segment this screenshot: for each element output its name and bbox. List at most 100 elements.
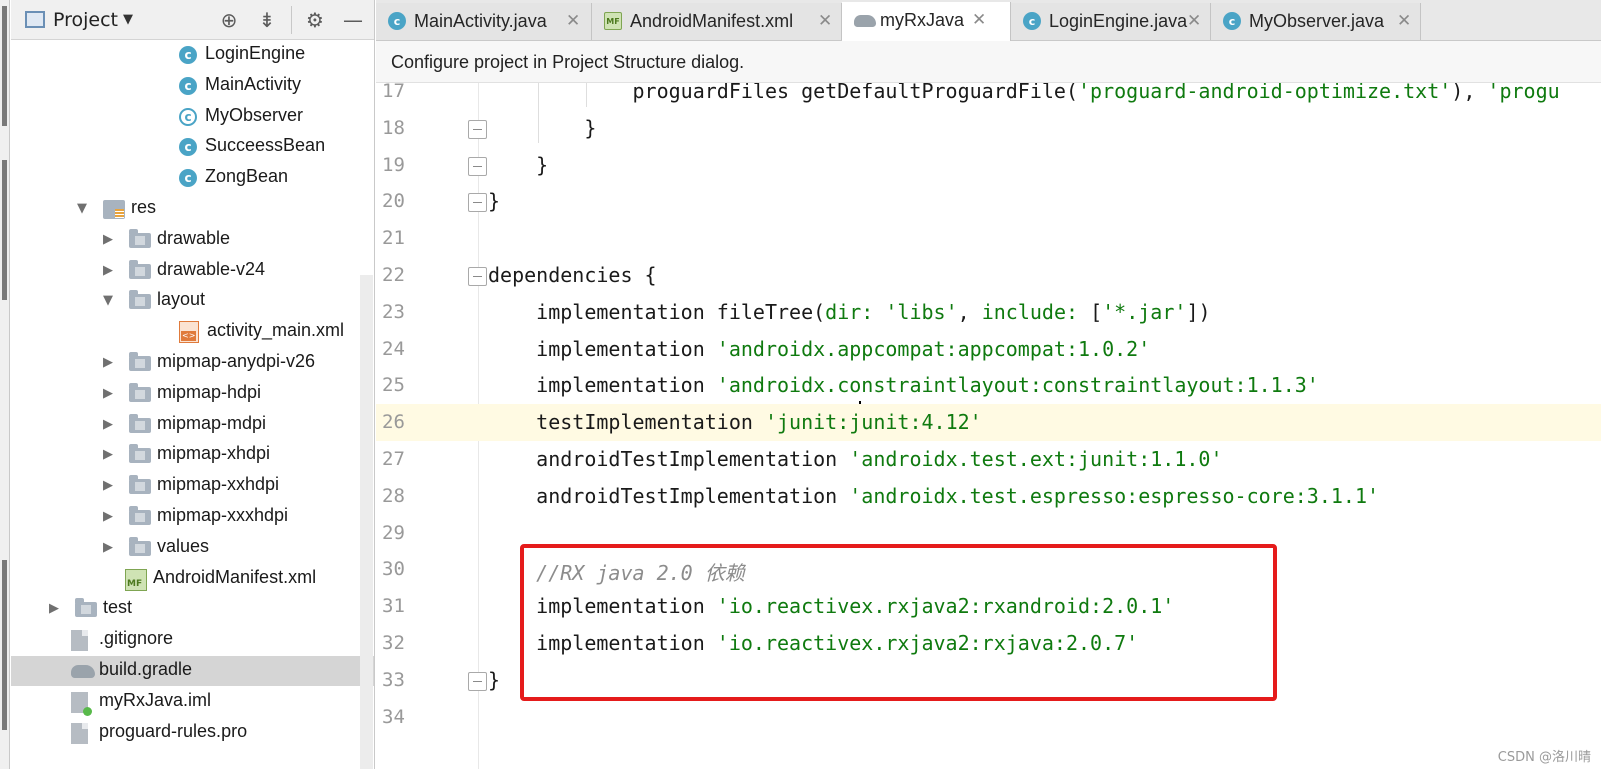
tab-mainactivity-java[interactable]: c MainActivity.java ✕ <box>376 3 592 40</box>
code-line[interactable]: 27 androidTestImplementation 'androidx.t… <box>376 441 1601 478</box>
code-line[interactable]: 25 implementation 'androidx.constraintla… <box>376 367 1601 404</box>
class-icon: c <box>179 138 197 157</box>
class-icon: c <box>388 12 406 30</box>
tree-item-activity-main-xml[interactable]: <> activity_main.xml <box>11 317 374 347</box>
code-token: androidTestImplementation <box>488 447 850 471</box>
tree-item-proguard-rules-pro[interactable]: proguard-rules.pro <box>11 718 374 748</box>
expand-down-arrow-icon[interactable]: ▼ <box>103 293 113 308</box>
fold-toggle-icon[interactable] <box>468 671 487 691</box>
tree-item-label: SucceessBean <box>205 135 326 156</box>
tree-item-label: mipmap-mdpi <box>157 412 267 433</box>
tab-myobserver-java[interactable]: c MyObserver.java ✕ <box>1211 3 1421 40</box>
code-line[interactable]: 28 androidTestImplementation 'androidx.t… <box>376 478 1601 515</box>
close-icon[interactable]: ✕ <box>1397 11 1411 31</box>
fold-toggle-icon[interactable] <box>468 193 487 213</box>
expand-right-arrow-icon[interactable]: ▶ <box>103 478 113 493</box>
code-editor[interactable]: 17 proguardFiles getDefaultProguardFile(… <box>376 83 1601 769</box>
expand-right-arrow-icon[interactable]: ▶ <box>49 601 59 616</box>
expand-down-arrow-icon[interactable]: ▼ <box>77 201 87 216</box>
code-line[interactable]: 18 } <box>376 110 1601 147</box>
tree-item-mipmap-mdpi[interactable]: ▶ mipmap-mdpi <box>11 410 374 440</box>
code-line[interactable]: 24 implementation 'androidx.appcompat:ap… <box>376 331 1601 368</box>
project-view-selector[interactable]: Project <box>53 9 118 31</box>
code-token: dependencies { <box>488 263 657 287</box>
tree-item-mainactivity[interactable]: c MainActivity <box>11 71 374 101</box>
tree-item-succeessbean[interactable]: c SucceessBean <box>11 132 374 162</box>
collapse-all-icon[interactable]: ⇟ <box>253 6 281 34</box>
code-line[interactable]: 33} <box>376 662 1601 699</box>
expand-right-arrow-icon[interactable]: ▶ <box>103 447 113 462</box>
tree-item-myrxjava-iml[interactable]: myRxJava.iml <box>11 687 374 717</box>
tree-item-res[interactable]: ▼ res <box>11 194 374 224</box>
code-line[interactable]: 17 proguardFiles getDefaultProguardFile(… <box>376 83 1601 110</box>
gear-icon[interactable]: ⚙ <box>301 6 329 34</box>
tree-item-test[interactable]: ▶ test <box>11 594 374 624</box>
tree-item-label: MainActivity <box>205 73 302 94</box>
tab-myrxjava[interactable]: myRxJava ✕ <box>842 2 1011 41</box>
folder-icon <box>129 290 151 310</box>
structure-tool-tab[interactable] <box>2 560 7 730</box>
tab-loginengine-java[interactable]: c LoginEngine.java ✕ <box>1011 3 1211 40</box>
tree-item-myobserver[interactable]: c MyObserver <box>11 102 374 132</box>
code-line[interactable]: 23 implementation fileTree(dir: 'libs', … <box>376 294 1601 331</box>
resource-manager-tool-tab[interactable] <box>2 160 7 300</box>
tree-item-label: res <box>131 197 157 217</box>
close-icon[interactable]: ✕ <box>972 10 986 30</box>
tree-item-zongbean[interactable]: c ZongBean <box>11 163 374 193</box>
code-token: dir: <box>825 299 886 324</box>
tool-window-strip[interactable] <box>0 0 10 769</box>
line-number: 22 <box>382 264 405 286</box>
code-line[interactable]: 31 implementation 'io.reactivex.rxjava2:… <box>376 588 1601 625</box>
tab-androidmanifest-xml[interactable]: MF AndroidManifest.xml ✕ <box>592 3 842 40</box>
minimize-icon[interactable]: — <box>339 6 367 34</box>
tree-item-mipmap-xhdpi[interactable]: ▶ mipmap-xhdpi <box>11 440 374 470</box>
tree-item-mipmap-xxxhdpi[interactable]: ▶ mipmap-xxxhdpi <box>11 502 374 532</box>
tree-item-androidmanifest-xml[interactable]: MF AndroidManifest.xml <box>11 564 374 594</box>
code-line[interactable]: 26 testImplementation 'junit:junit:4.12' <box>376 404 1601 442</box>
expand-right-arrow-icon[interactable]: ▶ <box>103 509 113 524</box>
tree-item-drawable-v24[interactable]: ▶ drawable-v24 <box>11 256 374 286</box>
expand-right-arrow-icon[interactable]: ▶ <box>103 232 113 247</box>
tree-item-gitignore[interactable]: .gitignore <box>11 625 374 655</box>
fold-toggle-icon[interactable] <box>468 156 487 176</box>
expand-right-arrow-icon[interactable]: ▶ <box>103 355 113 370</box>
expand-right-arrow-icon[interactable]: ▶ <box>103 417 113 432</box>
expand-right-arrow-icon[interactable]: ▶ <box>103 540 113 555</box>
tree-item-mipmap-hdpi[interactable]: ▶ mipmap-hdpi <box>11 379 374 409</box>
tree-item-loginengine[interactable]: c LoginEngine <box>11 40 374 70</box>
fold-toggle-icon[interactable] <box>468 119 487 139</box>
close-icon[interactable]: ✕ <box>566 11 580 31</box>
code-line[interactable]: 19 } <box>376 147 1601 184</box>
code-line[interactable]: 29 <box>376 515 1601 552</box>
code-comment: //RX java 2.0 依赖 <box>488 561 745 586</box>
tree-item-layout[interactable]: ▼ layout <box>11 286 374 316</box>
code-token: } <box>488 152 549 177</box>
code-line[interactable]: 22 dependencies { <box>376 257 1601 294</box>
code-text: proguardFiles getDefaultProguardFile('pr… <box>488 83 1559 103</box>
locate-icon[interactable]: ⊕ <box>215 6 243 34</box>
expand-right-arrow-icon[interactable]: ▶ <box>103 386 113 401</box>
project-tool-tab[interactable] <box>2 6 7 126</box>
code-line[interactable]: 34 <box>376 699 1601 736</box>
close-icon[interactable]: ✕ <box>818 11 832 31</box>
project-panel-scrollbar[interactable] <box>360 275 373 769</box>
code-line[interactable]: 21 <box>376 220 1601 257</box>
line-number: 33 <box>382 668 405 691</box>
indent-guide <box>586 83 587 107</box>
code-line[interactable]: 30 //RX java 2.0 依赖 <box>376 551 1601 588</box>
fold-toggle-icon[interactable] <box>468 267 487 286</box>
tree-item-values[interactable]: ▶ values <box>11 533 374 563</box>
tree-item-mipmap-xxhdpi[interactable]: ▶ mipmap-xxhdpi <box>11 471 374 501</box>
expand-right-arrow-icon[interactable]: ▶ <box>103 263 113 278</box>
tree-item-label: AndroidManifest.xml <box>153 566 317 587</box>
tree-item-drawable[interactable]: ▶ drawable <box>11 225 374 255</box>
line-number: 25 <box>382 374 405 397</box>
tree-item-label: layout <box>157 289 206 310</box>
tree-item-mipmap-anydpi-v26[interactable]: ▶ mipmap-anydpi-v26 <box>11 348 374 378</box>
code-line[interactable]: 32 implementation 'io.reactivex.rxjava2:… <box>376 625 1601 662</box>
chevron-down-icon[interactable]: ▼ <box>123 12 133 27</box>
code-line[interactable]: 20} <box>376 183 1601 220</box>
tree-item-label: activity_main.xml <box>207 320 345 341</box>
close-icon[interactable]: ✕ <box>1187 11 1201 31</box>
tree-item-build-gradle[interactable]: build.gradle <box>11 656 374 686</box>
